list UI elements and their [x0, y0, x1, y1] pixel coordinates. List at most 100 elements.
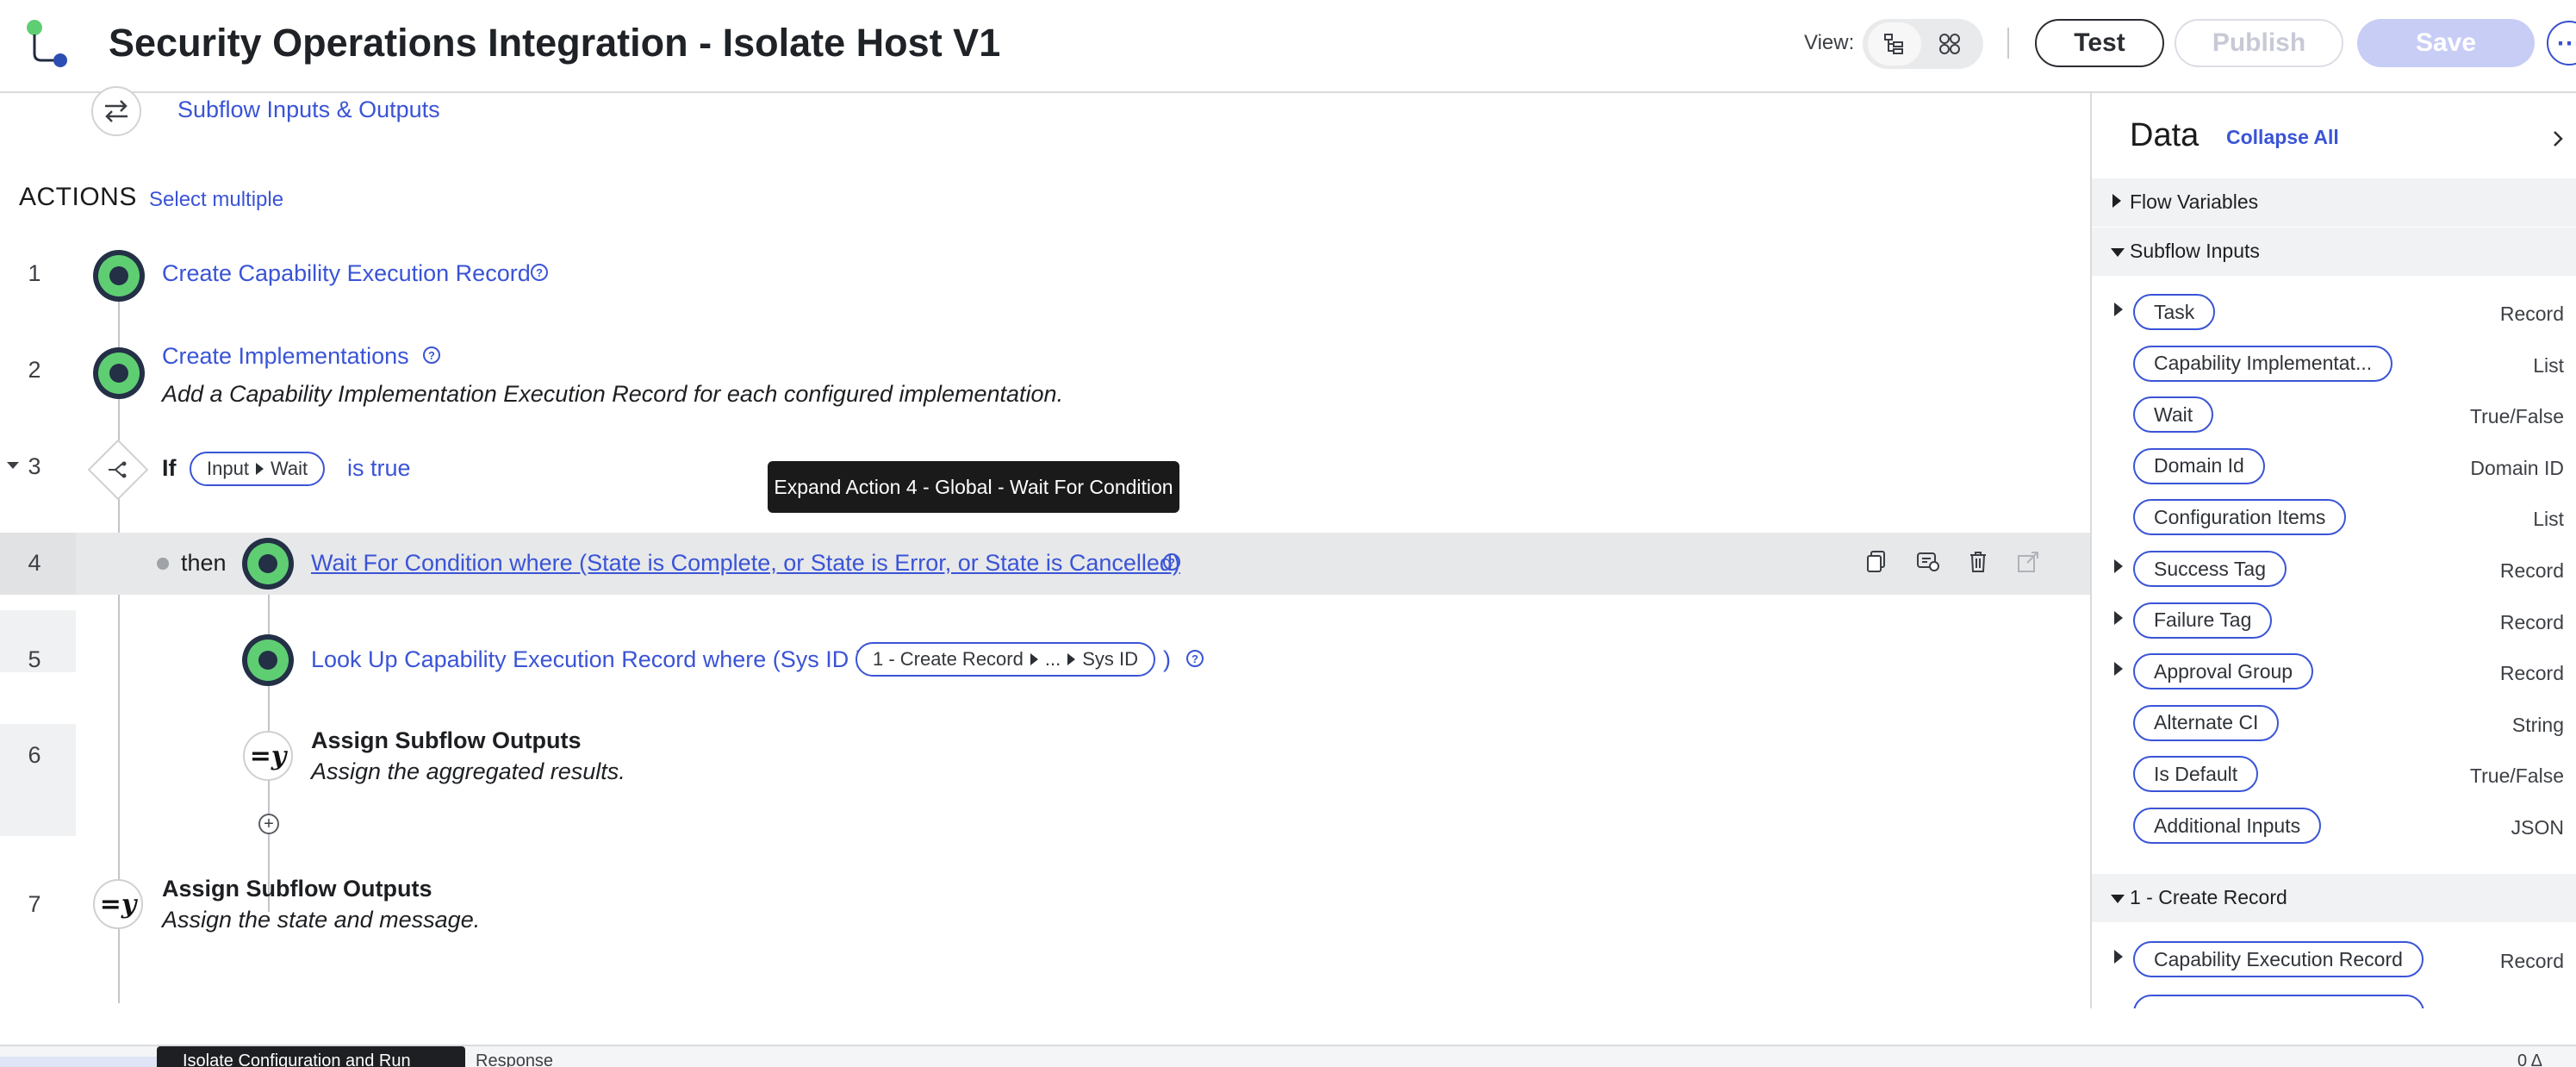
data-pill[interactable]: Is Default	[2133, 756, 2259, 793]
bottom-tab-execution[interactable]: Isolate Configuration and Run	[157, 1046, 465, 1067]
expand-caret-icon[interactable]	[2114, 303, 2123, 316]
if-label: If	[162, 455, 177, 481]
data-pill-sys-id[interactable]: 1 - Create Record ... Sys ID	[856, 642, 1155, 677]
data-type-label: Domain ID	[2470, 456, 2564, 479]
pill-part: 1 - Create Record	[873, 648, 1024, 670]
data-item-row[interactable]: Additional Inputs JSON	[2092, 799, 2576, 851]
open-external-icon[interactable]	[2013, 546, 2044, 577]
section-label: 1 - Create Record	[2130, 886, 2287, 908]
step-number: 6	[28, 742, 41, 768]
add-action-icon[interactable]: +	[258, 814, 279, 834]
data-item-row[interactable]: Domain Id Domain ID	[2092, 440, 2576, 491]
swap-arrows-icon[interactable]	[91, 86, 141, 136]
then-label: then	[181, 550, 227, 576]
data-item-row[interactable]: Configuration Items List	[2092, 490, 2576, 542]
condition-text[interactable]: is true	[347, 455, 411, 482]
data-type-label: True/False	[2469, 405, 2564, 428]
view-label: View:	[1804, 31, 1855, 54]
data-item-row[interactable]: Task Record	[2092, 285, 2576, 337]
action-4-link[interactable]: Wait For Condition where (State is Compl…	[311, 550, 1180, 577]
collapse-caret-icon	[2111, 895, 2125, 903]
data-pill[interactable]: Failure Tag	[2133, 602, 2273, 639]
publish-button[interactable]: Publish	[2175, 19, 2343, 67]
data-panel-title: Data	[2130, 117, 2200, 153]
data-type-label: Record	[2499, 610, 2564, 633]
diagram-view-button[interactable]	[1923, 22, 1976, 66]
action-1-link[interactable]: Create Capability Execution Record	[162, 260, 531, 287]
expand-caret-icon[interactable]	[2114, 950, 2123, 964]
section-subflow-inputs[interactable]: Subflow Inputs	[2092, 228, 2576, 276]
data-pill[interactable]: Capability Execution Record	[2133, 941, 2424, 977]
expand-caret-icon[interactable]	[2114, 610, 2123, 625]
data-type-label: List	[2533, 508, 2564, 531]
step-number: 1	[28, 260, 41, 286]
data-pill[interactable]: Capability Implementat...	[2133, 345, 2393, 382]
help-icon[interactable]: ?	[1163, 553, 1180, 571]
tree-view-icon	[1884, 34, 1903, 54]
subflow-inputs-outputs-link[interactable]: Subflow Inputs & Outputs	[177, 97, 440, 123]
expand-caret-icon[interactable]	[2114, 662, 2123, 677]
branch-icon	[109, 461, 127, 478]
annotation-icon[interactable]	[1913, 546, 1944, 577]
more-options-button[interactable]: ⋯	[2547, 21, 2576, 66]
data-type-label: List	[2533, 353, 2564, 377]
pill-part: Wait	[270, 458, 308, 479]
data-pill[interactable]: Alternate CI	[2133, 704, 2280, 741]
action-5-link[interactable]: Look Up Capability Execution Record wher…	[311, 646, 872, 673]
test-button[interactable]: Test	[2035, 19, 2164, 67]
data-pill[interactable]: Task	[2133, 294, 2216, 330]
swap-arrows-svg	[105, 100, 128, 122]
help-icon[interactable]: ?	[423, 346, 440, 364]
save-button[interactable]: Save	[2357, 19, 2535, 67]
assign-outputs-icon: =y	[243, 731, 293, 781]
section-create-record[interactable]: 1 - Create Record	[2092, 874, 2576, 922]
delete-icon[interactable]	[1963, 546, 1994, 577]
tree-view-button[interactable]	[1868, 22, 1921, 66]
step-number: 4	[28, 550, 41, 576]
pill-separator-icon	[1067, 653, 1076, 665]
action-6-title[interactable]: Assign Subflow Outputs	[311, 727, 581, 754]
header: Security Operations Integration - Isolat…	[0, 0, 2576, 93]
data-type-label: Record	[2499, 303, 2564, 325]
data-item-row[interactable]: Success Tag Record	[2092, 542, 2576, 594]
data-pill[interactable]: Configuration Items	[2133, 499, 2347, 536]
data-item-row[interactable]: Approval Group Record	[2092, 645, 2576, 696]
data-pill[interactable]: Domain Id	[2133, 447, 2265, 484]
flow-canvas: Subflow Inputs & Outputs ACTIONS Select …	[0, 86, 2090, 1045]
header-divider	[2007, 28, 2009, 59]
step-number: 3	[28, 453, 41, 479]
data-item-row[interactable]: Is Default True/False	[2092, 747, 2576, 799]
action-6-description: Assign the aggregated results.	[311, 758, 625, 784]
help-icon[interactable]: ?	[1186, 650, 1204, 667]
help-icon[interactable]: ?	[531, 264, 548, 281]
data-pill[interactable]: Approval Group	[2133, 653, 2314, 690]
data-pill[interactable]: Success Tag	[2133, 551, 2287, 587]
action-2-link[interactable]: Create Implementations	[162, 343, 409, 370]
data-item-row[interactable]: Capability Implementat... List	[2092, 337, 2576, 389]
data-item-row[interactable]: Failure Tag Record	[2092, 594, 2576, 646]
bottom-tab-active[interactable]	[0, 1057, 172, 1067]
data-pill-partial[interactable]	[2133, 995, 2424, 1008]
copy-icon[interactable]	[1861, 546, 1892, 577]
bottom-tab-response[interactable]: Response	[476, 1051, 553, 1067]
data-item-row[interactable]: Wait True/False	[2092, 388, 2576, 440]
page-title: Security Operations Integration - Isolat…	[109, 21, 1001, 65]
tooltip: Expand Action 4 - Global - Wait For Cond…	[768, 461, 1179, 513]
action-7-title[interactable]: Assign Subflow Outputs	[162, 876, 432, 902]
chevron-right-icon[interactable]	[2548, 129, 2567, 148]
select-multiple-link[interactable]: Select multiple	[149, 188, 283, 212]
data-type-label: Record	[2499, 662, 2564, 685]
data-item-row[interactable]: Alternate CI String	[2092, 696, 2576, 748]
expand-caret-icon[interactable]	[2114, 559, 2123, 573]
data-pill[interactable]: Wait	[2133, 396, 2214, 434]
section-flow-variables[interactable]: Flow Variables	[2092, 178, 2576, 227]
data-type-label: True/False	[2469, 764, 2564, 788]
action-7-description: Assign the state and message.	[162, 907, 481, 933]
action-2-description: Add a Capability Implementation Executio…	[162, 381, 1064, 407]
data-pill[interactable]: Additional Inputs	[2133, 808, 2322, 844]
data-item-row[interactable]: Capability Execution Record Record	[2092, 933, 2576, 984]
data-pill-input-wait[interactable]: Input Wait	[190, 452, 326, 486]
closing-paren: )	[1163, 646, 1171, 672]
section-label: Subflow Inputs	[2130, 240, 2260, 262]
collapse-all-link[interactable]: Collapse All	[2226, 126, 2339, 149]
